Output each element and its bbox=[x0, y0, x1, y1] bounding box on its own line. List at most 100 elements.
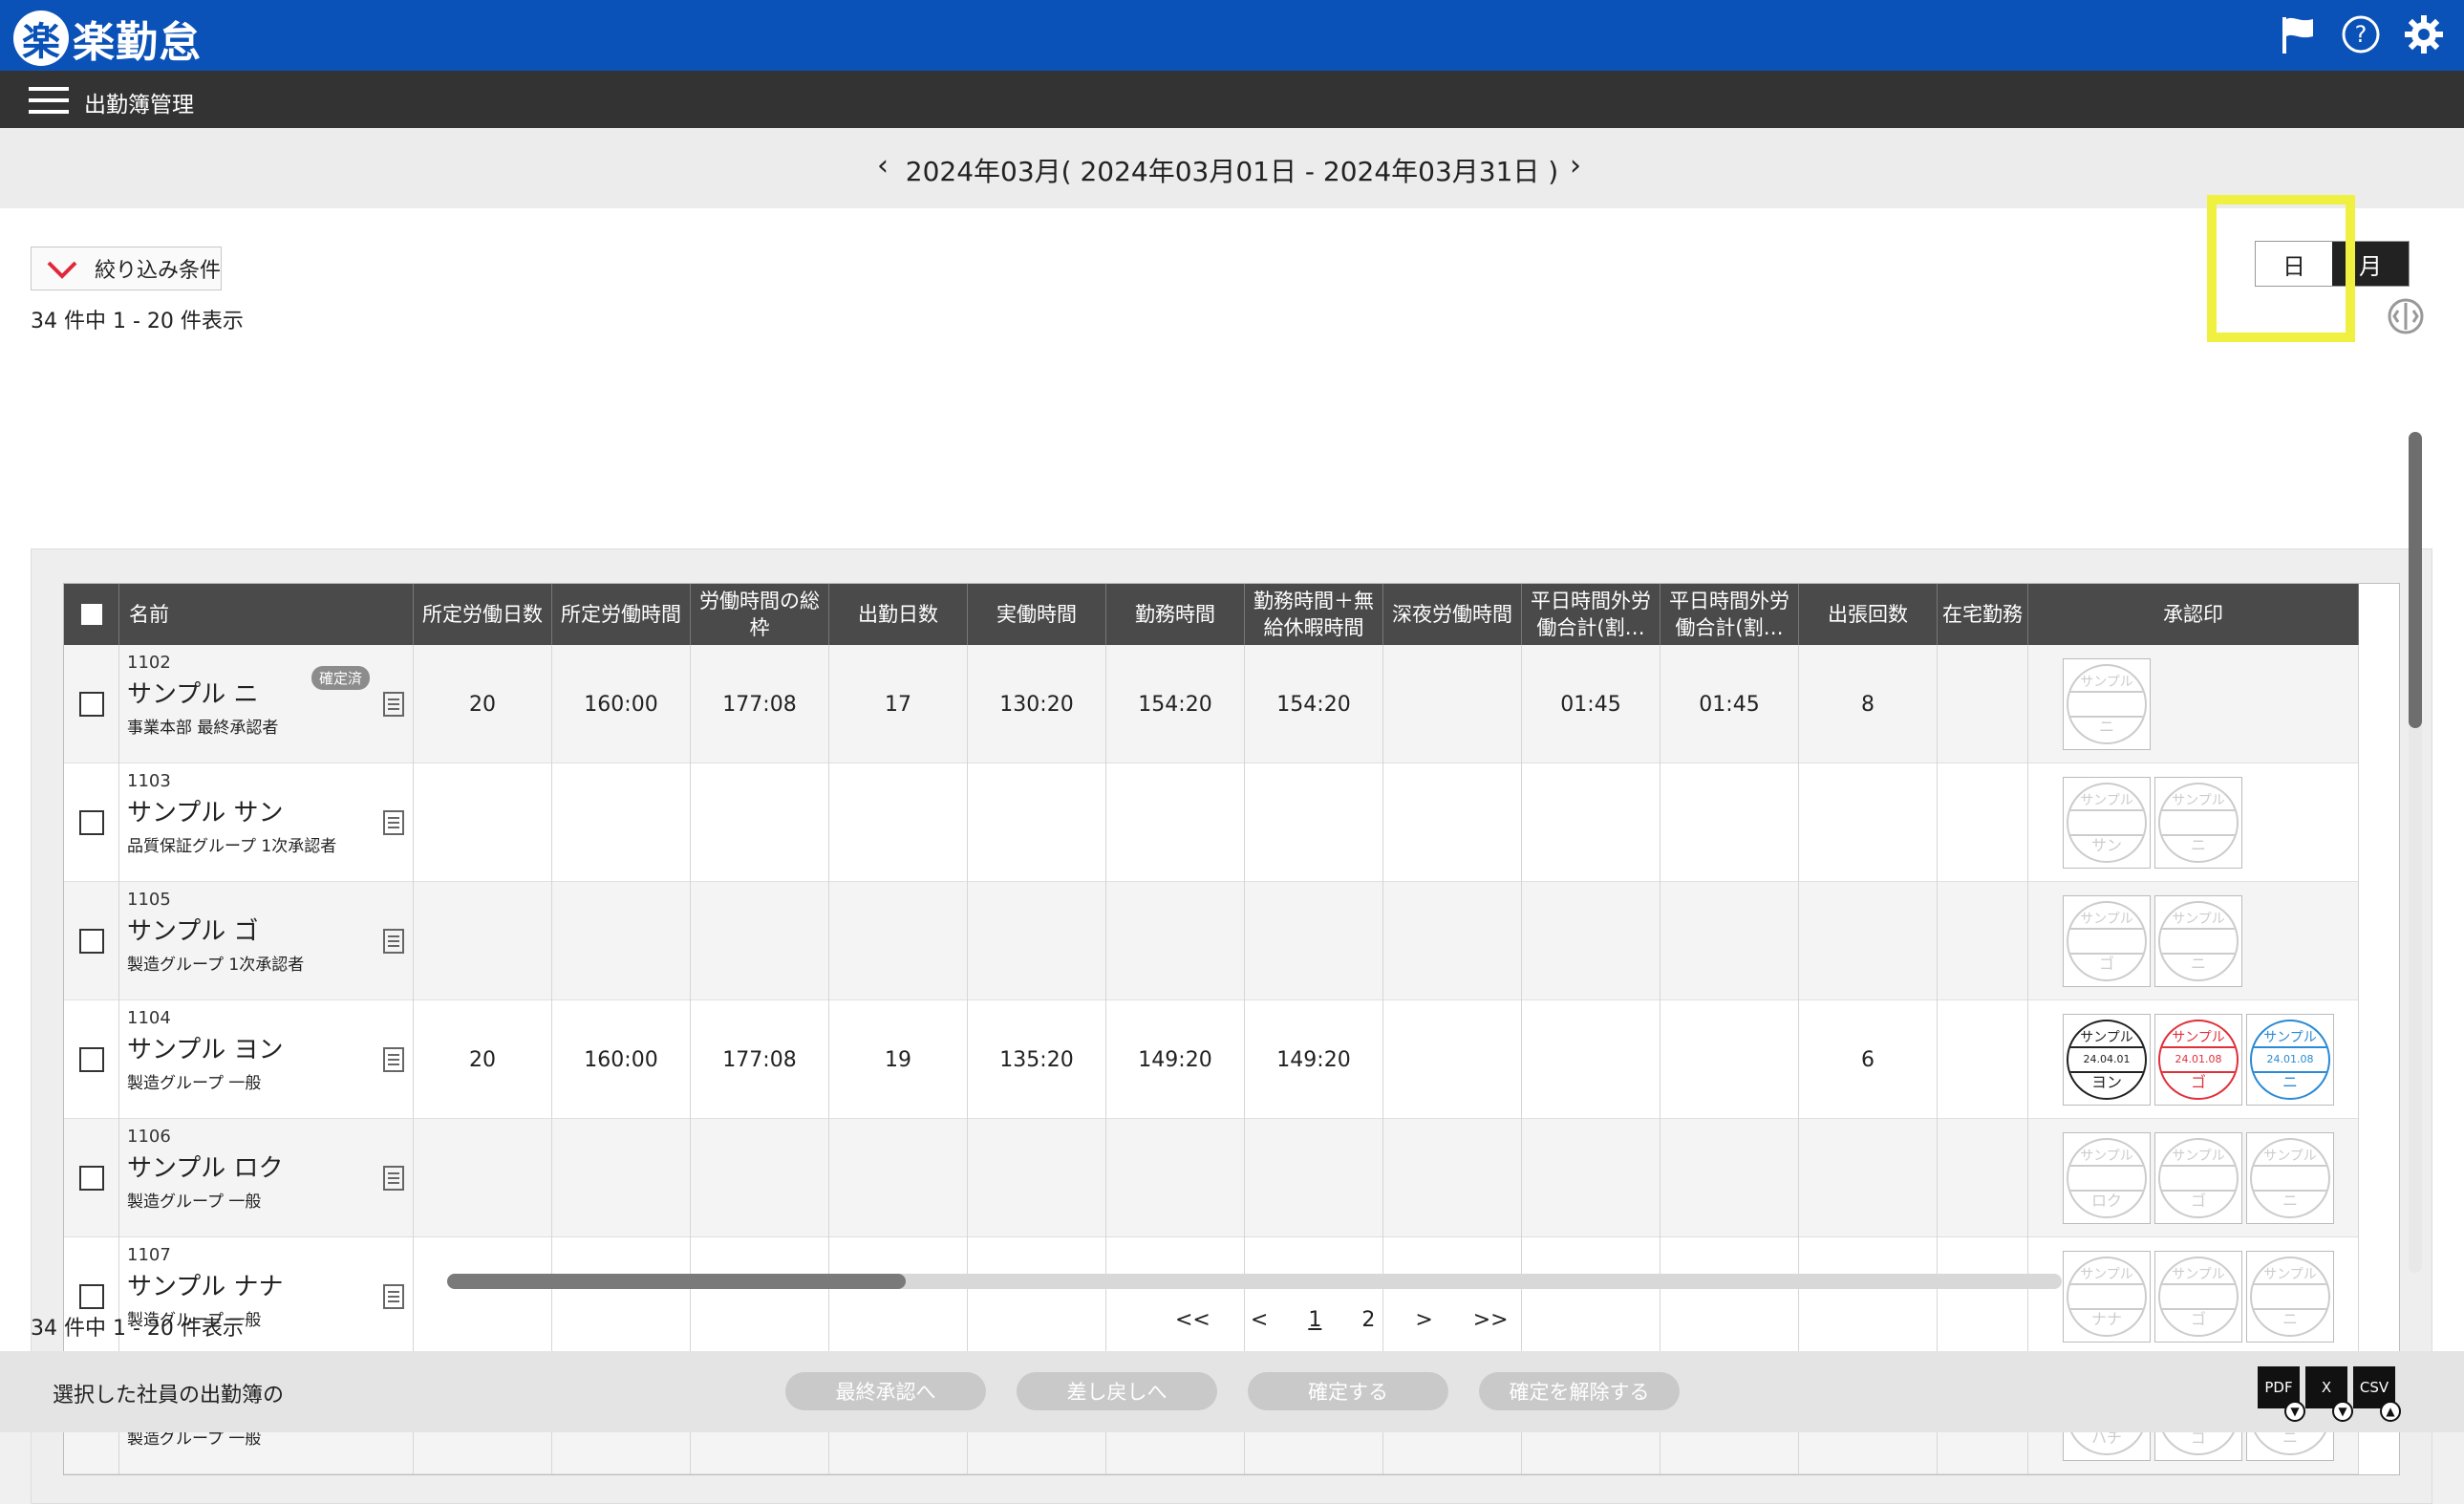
timesheet-detail-icon[interactable] bbox=[383, 1284, 404, 1309]
column-header[interactable]: 承認印 bbox=[2028, 584, 2359, 645]
row-checkbox[interactable] bbox=[78, 1047, 104, 1072]
horizontal-scrollbar[interactable] bbox=[447, 1274, 2062, 1289]
employee-name[interactable]: サンプル ナナ bbox=[127, 1267, 377, 1302]
timesheet-detail-icon[interactable] bbox=[383, 1166, 404, 1191]
column-header[interactable]: 平日時間外労働合計(割… bbox=[1661, 584, 1799, 645]
column-header[interactable]: 出勤日数 bbox=[829, 584, 968, 645]
employee-name[interactable]: サンプル ヨン bbox=[127, 1030, 377, 1065]
approval-stamp[interactable]: サンプルニ bbox=[2246, 1251, 2334, 1343]
page-last[interactable]: >> bbox=[1473, 1308, 1509, 1332]
page-2[interactable]: 2 bbox=[1361, 1308, 1375, 1332]
employee-name-cell[interactable]: 1103 サンプル サン 品質保証グループ 1次承認者 bbox=[119, 763, 414, 882]
table-row[interactable]: 1104 サンプル ヨン 製造グループ 一般 20 160:00 177:08 19 135:… bbox=[64, 1000, 2359, 1119]
data-cell bbox=[552, 882, 691, 1000]
confirm-button[interactable]: 確定する bbox=[1248, 1372, 1448, 1410]
approval-stamp[interactable]: サンプルニ bbox=[2063, 658, 2151, 750]
send-back-button[interactable]: 差し戻しへ bbox=[1017, 1372, 1217, 1410]
approval-stamp[interactable]: サンプルゴ bbox=[2154, 1132, 2242, 1224]
column-header[interactable]: 実働時間 bbox=[968, 584, 1106, 645]
employee-name[interactable]: サンプル ロク bbox=[127, 1149, 377, 1184]
approval-stamp[interactable]: サンプルゴ bbox=[2154, 1251, 2242, 1343]
approval-stamp[interactable]: サンプル ロク bbox=[2063, 1132, 2151, 1224]
help-icon[interactable]: ? bbox=[2340, 13, 2382, 55]
approval-stamp[interactable]: サンプルニ bbox=[2154, 777, 2242, 869]
collapse-columns-icon[interactable] bbox=[2387, 297, 2425, 335]
column-header[interactable]: 所定労働時間 bbox=[552, 584, 691, 645]
row-checkbox[interactable] bbox=[78, 1166, 104, 1191]
next-month-button[interactable]: › bbox=[1570, 149, 1581, 183]
table-row[interactable]: 1107 サンプル ナナ 製造グループ 一般 サンプル ナナ サンプルゴサンプルニ bbox=[64, 1237, 2359, 1356]
employee-name[interactable]: サンプル サン bbox=[127, 793, 377, 828]
approval-stamp[interactable]: サンプル ナナ bbox=[2063, 1251, 2151, 1343]
table-row[interactable]: 1103 サンプル サン 品質保証グループ 1次承認者 サンプル サン サンプルニ bbox=[64, 763, 2359, 882]
data-cell: 177:08 bbox=[691, 1000, 829, 1119]
approval-stamp[interactable]: サンプル 24.01.08 ニ bbox=[2246, 1014, 2334, 1106]
column-header[interactable]: 労働時間の総枠 bbox=[691, 584, 829, 645]
select-all-checkbox[interactable] bbox=[80, 604, 102, 625]
pdf-export-icon[interactable]: PDF ▼ bbox=[2258, 1366, 2305, 1422]
app-logo[interactable]: 楽 楽勤怠 bbox=[13, 8, 202, 69]
data-cell bbox=[1383, 1119, 1522, 1237]
employee-name-cell[interactable]: 1104 サンプル ヨン 製造グループ 一般 bbox=[119, 1000, 414, 1119]
column-header[interactable]: 深夜労働時間 bbox=[1383, 584, 1522, 645]
stamp-icon: サンプルニ bbox=[2158, 901, 2239, 981]
column-header[interactable]: 名前 bbox=[119, 584, 414, 645]
data-cell bbox=[1383, 763, 1522, 882]
column-header[interactable]: 所定労働日数 bbox=[414, 584, 552, 645]
timesheet-detail-icon[interactable] bbox=[383, 929, 404, 954]
data-cell bbox=[691, 763, 829, 882]
row-checkbox[interactable] bbox=[78, 810, 104, 835]
horizontal-scroll-thumb[interactable] bbox=[447, 1274, 906, 1289]
column-header[interactable]: 勤務時間 bbox=[1106, 584, 1245, 645]
approval-stamp[interactable]: サンプル サン bbox=[2063, 777, 2151, 869]
employee-department: 製造グループ 一般 bbox=[127, 1074, 262, 1093]
flag-icon[interactable] bbox=[2277, 13, 2319, 55]
csv-export-label: CSV bbox=[2359, 1379, 2389, 1396]
stamp-icon: サンプルニ bbox=[2250, 1138, 2330, 1218]
table-row[interactable]: 1106 サンプル ロク 製造グループ 一般 サンプル ロク サンプルゴサンプルニ bbox=[64, 1119, 2359, 1237]
vertical-scroll-thumb[interactable] bbox=[2409, 432, 2422, 728]
main-content: 絞り込み条件 34 件中 1 - 20 件表示 日 月 名前 所定労働日数 所定労働… bbox=[0, 208, 2464, 1504]
table-row[interactable]: 1102 サンプル ニ事業本部 最終承認者 確定済 20 160:00 177:08 17 1… bbox=[64, 645, 2359, 763]
stamp-icon: サンプルニ bbox=[2250, 1257, 2330, 1337]
page-prev[interactable]: < bbox=[1251, 1308, 1268, 1332]
data-cell bbox=[829, 882, 968, 1000]
approval-stamps-cell: サンプル ロク サンプルゴサンプルニ bbox=[2028, 1119, 2359, 1237]
timesheet-detail-icon[interactable] bbox=[383, 1047, 404, 1072]
page-1[interactable]: 1 bbox=[1308, 1308, 1321, 1332]
employee-name[interactable]: サンプル ゴ bbox=[127, 912, 377, 947]
table-row[interactable]: 1105 サンプル ゴ製造グループ 1次承認者 サンプルゴサンプルニ bbox=[64, 882, 2359, 1000]
gear-icon[interactable] bbox=[2403, 13, 2445, 55]
csv-export-icon[interactable]: CSV ▲ bbox=[2353, 1366, 2401, 1422]
timesheet-detail-icon[interactable] bbox=[383, 692, 404, 717]
employee-name-cell[interactable]: 1105 サンプル ゴ製造グループ 1次承認者 bbox=[119, 882, 414, 1000]
final-approve-button[interactable]: 最終承認へ bbox=[785, 1372, 986, 1410]
timesheet-detail-icon[interactable] bbox=[383, 810, 404, 835]
page-first[interactable]: << bbox=[1175, 1308, 1211, 1332]
employee-id: 1106 bbox=[127, 1127, 171, 1147]
approval-stamp[interactable]: サンプル 24.04.01 ヨン bbox=[2063, 1014, 2151, 1106]
excel-export-icon[interactable]: X ▼ bbox=[2305, 1366, 2353, 1422]
approval-stamp[interactable]: サンプルニ bbox=[2246, 1132, 2334, 1224]
unconfirm-button[interactable]: 確定を解除する bbox=[1479, 1372, 1680, 1410]
page-next[interactable]: > bbox=[1415, 1308, 1432, 1332]
row-checkbox[interactable] bbox=[78, 1284, 104, 1309]
employee-name-cell[interactable]: 1106 サンプル ロク 製造グループ 一般 bbox=[119, 1119, 414, 1237]
column-header[interactable]: 平日時間外労働合計(割… bbox=[1522, 584, 1661, 645]
data-cell: 177:08 bbox=[691, 645, 829, 763]
approval-stamp[interactable]: サンプルニ bbox=[2154, 895, 2242, 987]
vertical-scrollbar[interactable] bbox=[2409, 432, 2422, 1273]
stamp-icon: サンプル 24.04.01 ヨン bbox=[2067, 1020, 2147, 1100]
approval-stamp[interactable]: サンプルゴ bbox=[2063, 895, 2151, 987]
approval-stamp[interactable]: サンプル 24.01.08 ゴ bbox=[2154, 1014, 2242, 1106]
hamburger-menu-icon[interactable] bbox=[29, 87, 69, 114]
column-header[interactable]: 在宅勤務 bbox=[1938, 584, 2028, 645]
column-header[interactable]: 勤務時間＋無給休暇時間 bbox=[1245, 584, 1383, 645]
filter-toggle-button[interactable]: 絞り込み条件 bbox=[31, 247, 222, 290]
data-cell: 130:20 bbox=[968, 645, 1106, 763]
row-checkbox[interactable] bbox=[78, 929, 104, 954]
stamp-top-text: サンプル bbox=[2263, 1267, 2317, 1282]
column-header[interactable]: 出張回数 bbox=[1799, 584, 1938, 645]
employee-name-cell[interactable]: 1102 サンプル ニ事業本部 最終承認者 確定済 bbox=[119, 645, 414, 763]
row-checkbox[interactable] bbox=[78, 692, 104, 717]
